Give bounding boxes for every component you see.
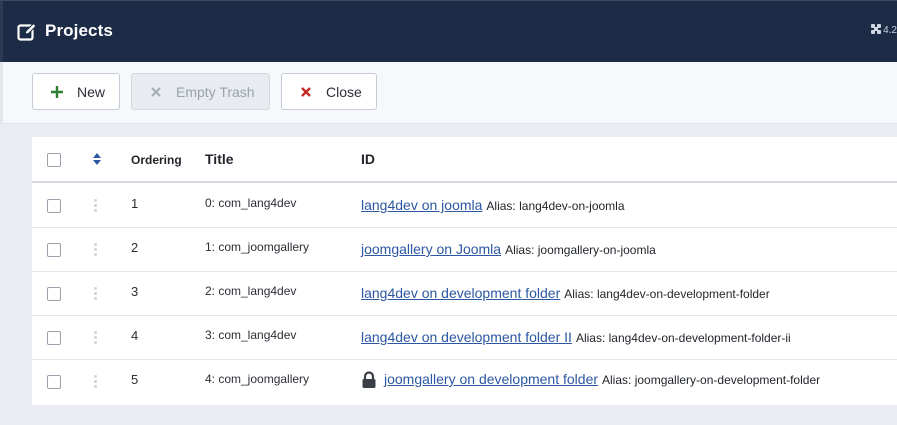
projects-table: Ordering Title ID 1 0: com_lang4dev lang…: [32, 137, 897, 405]
row-alias: Alias: joomgallery-on-joomla: [505, 243, 656, 257]
row-title: 1: com_joomgallery: [205, 240, 310, 254]
page-header: Projects 4.2: [0, 0, 897, 63]
row-id: lang4dev on joomla Alias: lang4dev-on-jo…: [361, 197, 625, 213]
row-title: 0: com_lang4dev: [205, 196, 297, 210]
lock-icon[interactable]: [361, 371, 377, 389]
row-id: joomgallery on development folder Alias:…: [361, 371, 820, 389]
page-title: Projects: [45, 21, 113, 40]
column-header-ordering[interactable]: Ordering: [131, 153, 182, 167]
empty-trash-button[interactable]: Empty Trash: [131, 73, 270, 110]
row-alias: Alias: lang4dev-on-joomla: [486, 199, 625, 213]
drag-handle-icon[interactable]: [92, 286, 98, 300]
row-alias: Alias: lang4dev-on-development-folder-ii: [575, 331, 791, 345]
row-title: 3: com_lang4dev: [205, 328, 297, 342]
project-link[interactable]: lang4dev on development folder: [361, 285, 560, 301]
new-button-label: New: [77, 83, 106, 100]
column-header-title[interactable]: Title: [205, 151, 234, 167]
table-row: 5 4: com_joomgallery joomgallery on deve…: [32, 360, 897, 404]
joomla-logo-icon: [871, 24, 882, 37]
table-row: 4 3: com_lang4dev lang4dev on developmen…: [32, 316, 897, 360]
empty-trash-button-label: Empty Trash: [176, 83, 255, 100]
table-header: Ordering Title ID: [32, 137, 897, 183]
row-title: 2: com_lang4dev: [205, 284, 297, 298]
row-id: lang4dev on development folder II Alias:…: [361, 329, 791, 345]
edit-icon: [17, 22, 37, 42]
row-ordering: 2: [131, 240, 139, 255]
row-checkbox[interactable]: [47, 199, 61, 213]
row-title: 4: com_joomgallery: [205, 372, 310, 386]
row-checkbox[interactable]: [47, 243, 61, 257]
drag-handle-icon[interactable]: [92, 198, 98, 212]
row-id: lang4dev on development folder Alias: la…: [361, 285, 770, 301]
version-text: 4.2: [883, 25, 897, 36]
sidebar-edge: [0, 62, 3, 124]
close-button[interactable]: Close: [281, 73, 377, 110]
x-icon: [299, 85, 313, 99]
column-header-id[interactable]: ID: [361, 151, 375, 167]
toolbar: New Empty Trash Close: [0, 62, 897, 124]
row-checkbox[interactable]: [47, 287, 61, 301]
row-ordering: 3: [131, 284, 139, 299]
row-alias: Alias: joomgallery-on-development-folder: [602, 373, 821, 387]
project-link[interactable]: joomgallery on Joomla: [361, 241, 501, 257]
row-ordering: 4: [131, 328, 139, 343]
row-checkbox[interactable]: [47, 331, 61, 345]
plus-icon: [50, 85, 64, 99]
version-indicator: 4.2: [871, 24, 897, 37]
table-row: 3 2: com_lang4dev lang4dev on developmen…: [32, 272, 897, 316]
select-all-checkbox[interactable]: [47, 153, 61, 167]
new-button[interactable]: New: [32, 73, 120, 110]
sort-icon[interactable]: [92, 152, 102, 166]
drag-handle-icon[interactable]: [92, 330, 98, 344]
row-alias: Alias: lang4dev-on-development-folder: [564, 287, 770, 301]
project-link[interactable]: lang4dev on joomla: [361, 197, 482, 213]
row-id: joomgallery on Joomla Alias: joomgallery…: [361, 241, 656, 257]
project-link[interactable]: lang4dev on development folder II: [361, 329, 572, 345]
app-window: Projects 4.2 New Empty Trash Close Order…: [0, 0, 897, 425]
close-button-label: Close: [326, 83, 362, 100]
sidebar-edge: [0, 1, 3, 63]
x-icon: [149, 85, 163, 99]
table-row: 1 0: com_lang4dev lang4dev on joomla Ali…: [32, 184, 897, 228]
row-checkbox[interactable]: [47, 375, 61, 389]
project-link[interactable]: joomgallery on development folder: [384, 371, 598, 387]
drag-handle-icon[interactable]: [92, 242, 98, 256]
drag-handle-icon[interactable]: [92, 374, 98, 388]
row-ordering: 1: [131, 196, 139, 211]
row-ordering: 5: [131, 372, 139, 387]
table-row: 2 1: com_joomgallery joomgallery on Joom…: [32, 228, 897, 272]
